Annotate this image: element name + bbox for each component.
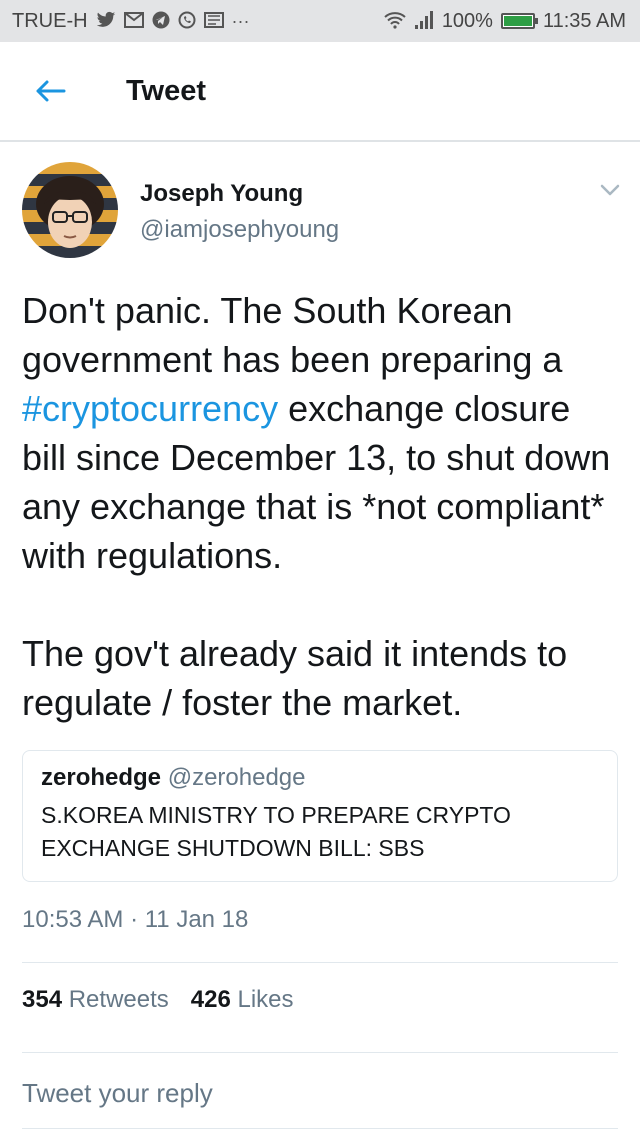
email-icon [203,11,224,31]
divider [22,962,618,963]
reply-input[interactable]: Tweet your reply [22,1078,618,1118]
app-header: Tweet [0,42,640,142]
tweet-detail-screen: TRUE-H ··· 100% 11:35 AM Tweet Joseph Yo… [0,0,640,1136]
battery-percent: 100% [441,9,493,32]
whatsapp-icon [178,11,196,32]
page-title: Tweet [126,74,207,107]
tweet-text-part-1: Don't panic. The South Korean government… [22,290,573,380]
telegram-icon [152,11,170,32]
quoted-tweet[interactable]: zerohedge @zerohedge S.KOREA MINISTRY TO… [22,750,618,882]
status-bar-right: 100% 11:35 AM [384,10,626,33]
tweet-author: Joseph Young @iamjosephyoung [22,162,622,262]
gmail-icon [123,11,144,31]
signal-icon [414,10,434,32]
twitter-icon [96,11,116,32]
author-name[interactable]: Joseph Young [140,180,303,208]
quoted-tweet-text: S.KOREA MINISTRY TO PREPARE CRYPTO EXCHA… [41,802,511,861]
quoted-author-handle: @zerohedge [167,764,306,791]
quoted-tweet-header: zerohedge @zerohedge [41,763,599,793]
avatar[interactable] [22,162,118,258]
status-bar: TRUE-H ··· 100% 11:35 AM [0,0,640,42]
tweet-stats: 354 Retweets 426 Likes [22,986,294,1014]
likes-count: 426 [190,986,231,1013]
chevron-down-icon[interactable] [596,180,624,200]
back-arrow-icon[interactable] [30,71,70,111]
carrier-name: TRUE-H [12,9,88,32]
likes-label: Likes [237,986,294,1013]
divider [22,1052,618,1053]
tweet-text: Don't panic. The South Korean government… [22,286,622,727]
status-bar-left: TRUE-H ··· [12,10,250,33]
author-handle[interactable]: @iamjosephyoung [140,216,339,244]
clock: 11:35 AM [542,9,626,32]
retweets-count: 354 [22,986,63,1013]
hashtag-link[interactable]: #cryptocurrency [22,388,278,429]
likes-stat[interactable]: 426 Likes [191,986,294,1014]
tweet-text-part-2: exchange closure bill since December 13,… [22,388,611,723]
divider [22,1128,618,1129]
more-icon: ··· [231,11,250,31]
battery-icon [500,13,538,29]
tweet-timestamp: 10:53 AM · 11 Jan 18 [22,906,249,933]
retweets-stat[interactable]: 354 Retweets [22,986,169,1014]
wifi-icon [384,11,406,32]
quoted-author-name: zerohedge [41,764,162,791]
retweets-label: Retweets [68,986,169,1013]
